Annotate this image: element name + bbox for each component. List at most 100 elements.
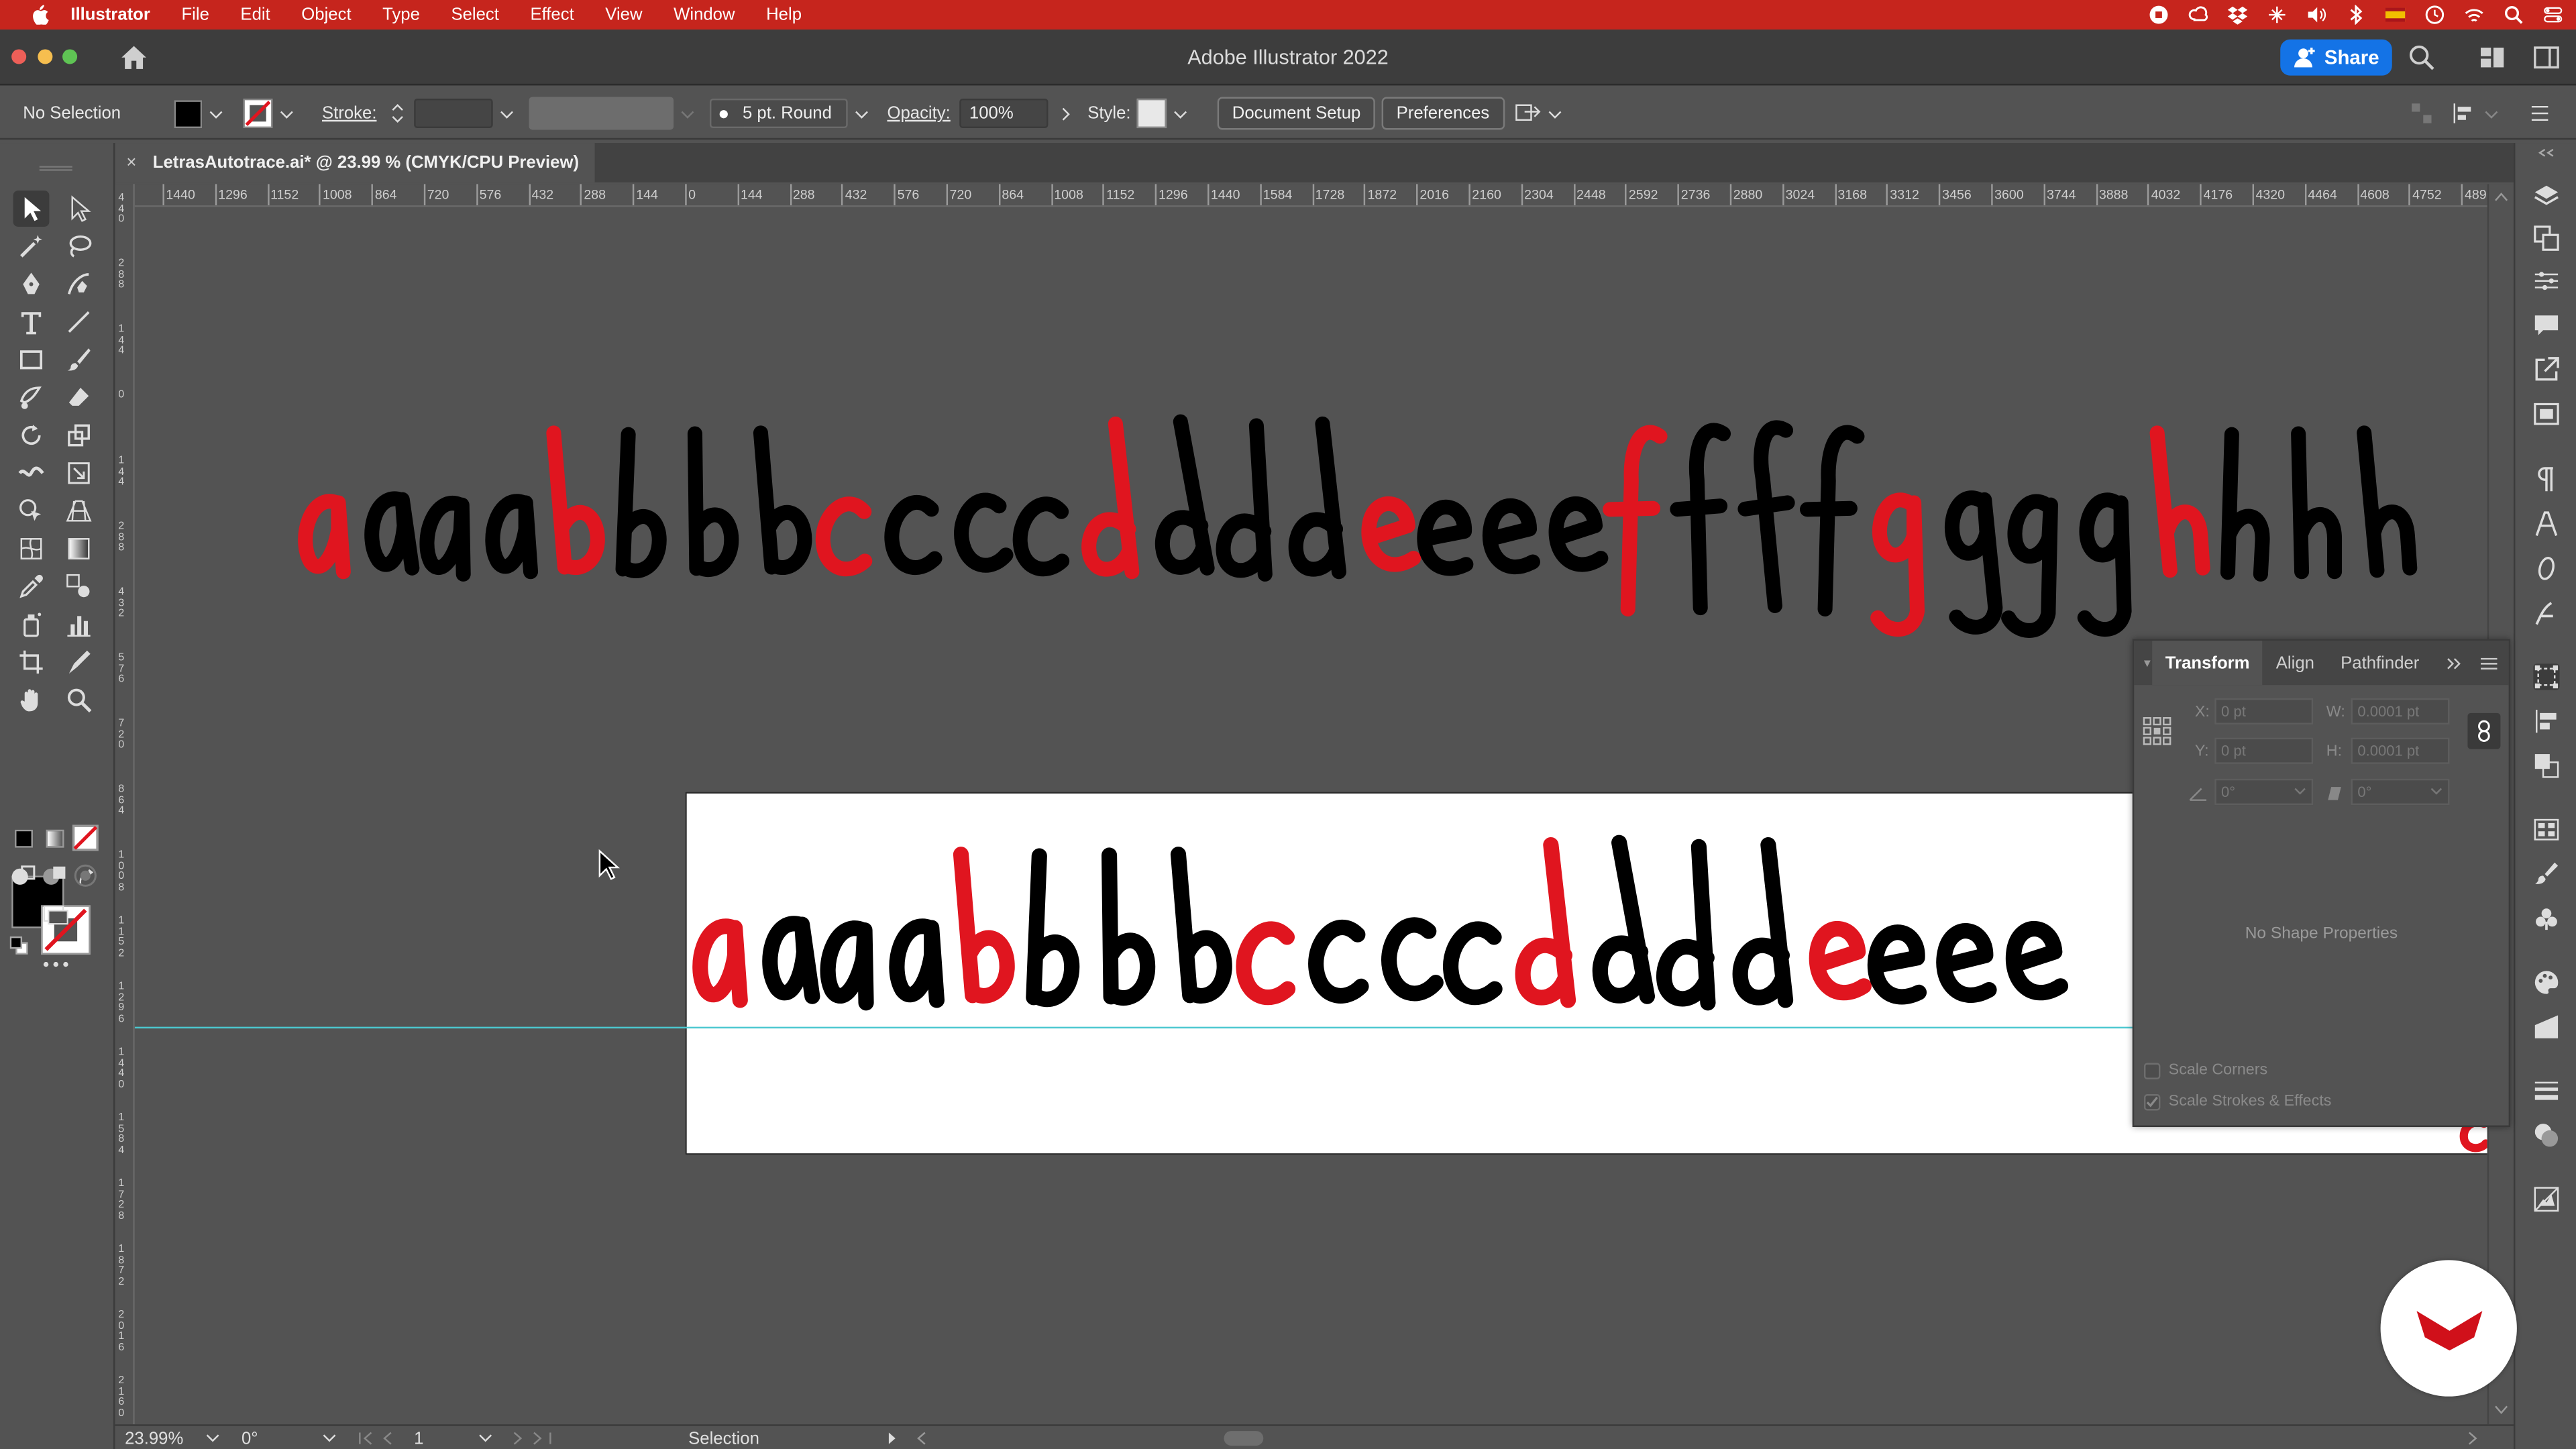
transform-panel-button[interactable] <box>2533 663 2560 690</box>
opacity-label[interactable]: Opacity: <box>887 87 950 140</box>
artboard-nav-prev-icons[interactable] <box>358 1431 414 1446</box>
menu-view[interactable]: View <box>605 5 642 24</box>
letter-e[interactable] <box>1936 923 1997 1003</box>
control-bar-menu-icon[interactable] <box>2530 103 2549 123</box>
curvature-tool[interactable] <box>61 266 97 303</box>
h-field[interactable]: 0.0001 pt <box>2351 737 2450 764</box>
selection-tool[interactable] <box>13 191 50 227</box>
toolbar-grip[interactable] <box>39 166 72 171</box>
letter-f[interactable] <box>1800 425 1865 616</box>
control-center-icon[interactable] <box>2543 5 2563 24</box>
chevron-down-icon[interactable] <box>2294 787 2307 797</box>
letter-e[interactable] <box>1867 924 1927 1005</box>
letter-f[interactable] <box>1737 420 1798 613</box>
letter-b[interactable] <box>1026 848 1080 1008</box>
scale-corners-checkbox[interactable] <box>2143 1063 2161 1079</box>
wifi-icon[interactable] <box>2464 5 2483 24</box>
letter-a[interactable] <box>820 920 874 1011</box>
letter-a[interactable] <box>485 494 539 580</box>
collapse-panels-icon[interactable] <box>2538 148 2555 158</box>
document-setup-button[interactable]: Document Setup <box>1217 97 1376 130</box>
blend-tool[interactable] <box>61 568 97 604</box>
artboard-nav-next-icons[interactable] <box>511 1431 557 1446</box>
slice-tool[interactable] <box>61 644 97 680</box>
chevron-down-icon[interactable] <box>499 106 514 121</box>
graphic-style-swatch[interactable] <box>1136 98 1167 129</box>
letter-a[interactable] <box>419 496 471 582</box>
panel-expand-icon[interactable] <box>2447 657 2463 671</box>
isolate-icon[interactable] <box>2410 102 2433 125</box>
edit-toolbar-button[interactable] <box>38 950 74 979</box>
type-tool[interactable] <box>13 304 50 340</box>
panel-toggle-icon[interactable] <box>2533 44 2559 70</box>
stroke-none-swatch[interactable] <box>243 98 273 129</box>
scroll-left-icon[interactable] <box>917 1431 927 1446</box>
letter-d[interactable] <box>1656 839 1716 1011</box>
letter-e-red[interactable] <box>1809 921 1872 1001</box>
fill-swatch[interactable] <box>174 99 203 127</box>
screen-mode-button[interactable] <box>38 900 74 930</box>
menu-help[interactable]: Help <box>766 5 802 24</box>
menu-app-name[interactable]: Illustrator <box>70 5 150 24</box>
scroll-down-icon[interactable] <box>2494 1403 2509 1416</box>
pathfinder-panel-button[interactable] <box>2533 753 2559 779</box>
chevron-down-icon[interactable] <box>209 106 223 121</box>
workspace-switcher-icon[interactable] <box>2479 44 2506 70</box>
letter-e[interactable] <box>2006 921 2069 1001</box>
gradient-tool[interactable] <box>61 531 97 567</box>
transparency-panel-button[interactable] <box>2533 1122 2559 1148</box>
letter-c[interactable] <box>1443 921 1503 1006</box>
align-panel-button[interactable] <box>2533 708 2559 735</box>
letter-d-red[interactable] <box>1081 416 1140 580</box>
free-transform-tool[interactable] <box>61 455 97 491</box>
letter-a-red[interactable] <box>298 494 351 580</box>
gradient-panel-button[interactable] <box>2533 1014 2559 1040</box>
letter-c-red[interactable] <box>815 496 873 577</box>
brushes-panel-button[interactable] <box>2533 861 2559 887</box>
letter-f-red[interactable] <box>1603 425 1668 616</box>
symbols-panel-button[interactable] <box>2533 905 2559 931</box>
y-field[interactable]: 0 pt <box>2214 737 2314 764</box>
opentype-panel-button[interactable] <box>2533 555 2559 582</box>
letter-d[interactable] <box>1288 416 1346 580</box>
letter-h[interactable] <box>2291 426 2343 580</box>
variable-width-profile[interactable] <box>529 97 674 130</box>
bluetooth-icon[interactable] <box>2346 5 2365 25</box>
x-field[interactable]: 0 pt <box>2214 698 2314 725</box>
time-machine-icon[interactable] <box>2425 5 2445 24</box>
paintbrush-tool[interactable] <box>61 341 97 378</box>
network-icon[interactable] <box>2267 5 2287 24</box>
letter-e[interactable] <box>1548 496 1609 572</box>
creative-cloud-icon[interactable] <box>2188 5 2208 24</box>
letter-b-red[interactable] <box>953 847 1015 1004</box>
align-options-icon[interactable] <box>2451 102 2477 125</box>
record-icon[interactable] <box>2149 5 2168 24</box>
current-tool-name[interactable]: Selection <box>688 1428 759 1449</box>
chevron-down-icon[interactable] <box>478 1433 493 1444</box>
w-field[interactable]: 0.0001 pt <box>2351 698 2450 725</box>
letter-c[interactable] <box>954 492 1014 573</box>
volume-icon[interactable] <box>2306 5 2326 24</box>
reference-point-icon[interactable] <box>2142 716 2171 746</box>
paragraph-panel-button[interactable] <box>2533 467 2559 493</box>
menu-edit[interactable]: Edit <box>240 5 270 24</box>
chevron-right-icon[interactable] <box>1058 106 1073 121</box>
width-tool[interactable] <box>13 455 50 491</box>
horizontal-scroll-thumb[interactable] <box>1224 1431 1264 1446</box>
preferences-button[interactable]: Preferences <box>1381 97 1505 130</box>
layers-panel-button[interactable] <box>2533 182 2559 209</box>
dropbox-icon[interactable] <box>2227 5 2248 25</box>
menu-object[interactable]: Object <box>301 5 351 24</box>
letter-b[interactable] <box>1101 847 1156 1006</box>
comments-panel-button[interactable] <box>2533 312 2559 338</box>
default-fill-stroke-icon[interactable] <box>9 936 28 955</box>
letter-c[interactable] <box>1308 919 1369 1004</box>
letter-c[interactable] <box>884 495 943 575</box>
panel-collapse-icon[interactable] <box>2142 658 2152 668</box>
eyedropper-tool[interactable] <box>13 568 50 604</box>
letter-g[interactable] <box>2001 494 2058 638</box>
symbol-sprayer-tool[interactable] <box>13 606 50 643</box>
chevron-down-icon[interactable] <box>1548 106 1562 121</box>
letter-a-red[interactable] <box>692 918 748 1008</box>
character-panel-button[interactable] <box>2533 511 2559 537</box>
